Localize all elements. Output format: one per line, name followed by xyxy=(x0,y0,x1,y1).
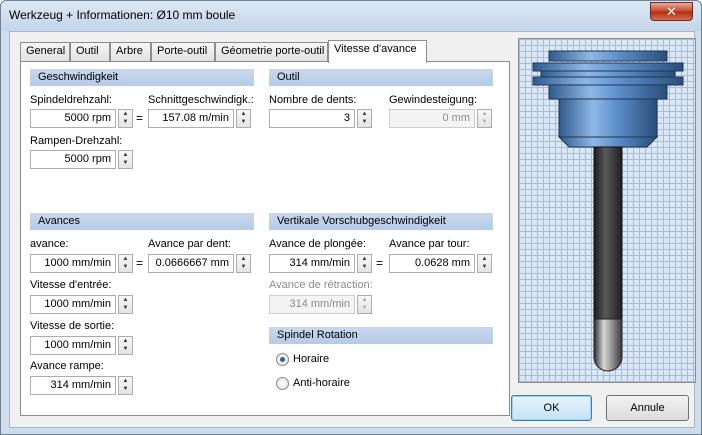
ramp-feed-label: Avance rampe: xyxy=(30,360,104,372)
spin-up-icon[interactable]: ▲ xyxy=(119,377,132,385)
spin-down-icon: ▼ xyxy=(361,305,368,311)
counterclockwise-radio[interactable] xyxy=(276,377,289,390)
spin-up-icon: ▲ xyxy=(361,297,368,303)
teeth-count-spinner[interactable]: ▲ ▼ xyxy=(357,109,372,128)
cancel-button[interactable]: Annule xyxy=(606,395,689,421)
ramp-rpm-label: Rampen-Drehzahl: xyxy=(30,135,123,147)
entry-speed-label: Vitesse d'entrée: xyxy=(30,279,112,291)
section-feeds-header: Avances xyxy=(30,213,254,230)
spin-up-icon[interactable]: ▲ xyxy=(119,296,132,304)
spin-down-icon[interactable]: ▼ xyxy=(358,118,371,126)
cutting-speed-spinner[interactable]: ▲ ▼ xyxy=(236,109,251,128)
equals-sign: = xyxy=(376,256,384,270)
section-speed-header: Geschwindigkeit xyxy=(30,69,254,86)
tab-arbre[interactable]: Arbre xyxy=(110,42,151,61)
spin-up-icon[interactable]: ▲ xyxy=(358,110,371,118)
section-vertical-feed-header: Vertikale Vorschubgeschwindigkeit xyxy=(269,213,493,230)
ramp-feed-spinner[interactable]: ▲ ▼ xyxy=(118,376,133,395)
spin-down-icon[interactable]: ▼ xyxy=(237,263,250,271)
tool-shank xyxy=(593,146,623,320)
spin-up-icon[interactable]: ▲ xyxy=(119,255,132,263)
equals-sign: = xyxy=(136,111,144,125)
tab-general[interactable]: General xyxy=(20,42,70,61)
thread-pitch-input: 0 mm xyxy=(389,109,475,128)
plunge-feed-input[interactable]: 314 mm/min xyxy=(269,254,355,273)
tab-porte-outil[interactable]: Porte-outil xyxy=(151,42,215,61)
spin-down-icon[interactable]: ▼ xyxy=(119,385,132,393)
ball-end-mill-drawing xyxy=(532,50,684,372)
clockwise-radio[interactable] xyxy=(276,353,289,366)
spindle-speed-spinner[interactable]: ▲ ▼ xyxy=(118,109,133,128)
spin-up-icon[interactable]: ▲ xyxy=(119,110,132,118)
feed-spinner[interactable]: ▲ ▼ xyxy=(118,254,133,273)
spindle-speed-label: Spindeldrehzahl: xyxy=(30,94,112,106)
feed-per-tooth-spinner[interactable]: ▲ ▼ xyxy=(236,254,251,273)
feed-per-rev-input[interactable]: 0.0628 mm xyxy=(389,254,475,273)
entry-speed-input[interactable]: 1000 mm/min xyxy=(30,295,116,314)
feed-label: avance: xyxy=(30,238,69,250)
retract-feed-spinner: ▲ ▼ xyxy=(357,295,372,314)
clockwise-label[interactable]: Horaire xyxy=(293,353,329,365)
exit-speed-label: Vitesse de sortie: xyxy=(30,320,115,332)
tab-vitesse-davance[interactable]: Vitesse d'avance xyxy=(328,40,427,63)
plunge-feed-spinner[interactable]: ▲ ▼ xyxy=(357,254,372,273)
spin-down-icon[interactable]: ▼ xyxy=(119,118,132,126)
spin-up-icon[interactable]: ▲ xyxy=(237,110,250,118)
exit-speed-spinner[interactable]: ▲ ▼ xyxy=(118,336,133,355)
spin-down-icon[interactable]: ▼ xyxy=(237,118,250,126)
spin-down-icon[interactable]: ▼ xyxy=(119,263,132,271)
tool-holder xyxy=(532,50,684,148)
teeth-count-label: Nombre de dents: xyxy=(269,94,357,106)
spin-up-icon[interactable]: ▲ xyxy=(358,255,371,263)
feed-input[interactable]: 1000 mm/min xyxy=(30,254,116,273)
spin-up-icon[interactable]: ▲ xyxy=(119,337,132,345)
ok-button[interactable]: OK xyxy=(511,395,592,421)
counterclockwise-label[interactable]: Anti-horaire xyxy=(293,377,350,389)
ramp-feed-input[interactable]: 314 mm/min xyxy=(30,376,116,395)
feed-per-tooth-label: Avance par dent: xyxy=(148,238,231,250)
spin-up-icon[interactable]: ▲ xyxy=(478,255,491,263)
feed-speed-panel: Geschwindigkeit Spindeldrehzahl: 5000 rp… xyxy=(20,61,510,416)
feed-per-rev-label: Avance par tour: xyxy=(389,238,470,250)
spindle-speed-input[interactable]: 5000 rpm xyxy=(30,109,116,128)
window-title: Werkzeug + Informationen: Ø10 mm boule xyxy=(9,8,236,22)
section-spindle-rotation-header: Spindel Rotation xyxy=(269,327,493,344)
section-tool-header: Outil xyxy=(269,69,493,86)
teeth-count-input[interactable]: 3 xyxy=(269,109,355,128)
exit-speed-input[interactable]: 1000 mm/min xyxy=(30,336,116,355)
dialog-client: General Outil Arbre Porte-outil Géometri… xyxy=(9,31,696,428)
close-button[interactable]: ✕ xyxy=(650,2,693,21)
dialog-window: Werkzeug + Informationen: Ø10 mm boule ✕… xyxy=(0,0,702,435)
spin-up-icon[interactable]: ▲ xyxy=(119,151,132,159)
retract-feed-label: Avance de rétraction: xyxy=(269,279,373,291)
spin-down-icon[interactable]: ▼ xyxy=(358,263,371,271)
feed-per-tooth-input[interactable]: 0.0666667 mm xyxy=(148,254,234,273)
ball-end-cutter xyxy=(593,318,623,372)
cutting-speed-input[interactable]: 157.08 m/min xyxy=(148,109,234,128)
thread-pitch-spinner: ▲ ▼ xyxy=(477,109,492,128)
equals-sign: = xyxy=(136,256,144,270)
spin-up-icon[interactable]: ▲ xyxy=(237,255,250,263)
feed-per-rev-spinner[interactable]: ▲ ▼ xyxy=(477,254,492,273)
thread-pitch-label: Gewindesteigung: xyxy=(389,94,478,106)
spin-down-icon[interactable]: ▼ xyxy=(119,159,132,167)
spin-down-icon[interactable]: ▼ xyxy=(119,304,132,312)
ramp-rpm-spinner[interactable]: ▲ ▼ xyxy=(118,150,133,169)
ramp-rpm-input[interactable]: 5000 rpm xyxy=(30,150,116,169)
spin-down-icon[interactable]: ▼ xyxy=(119,345,132,353)
spin-down-icon[interactable]: ▼ xyxy=(478,263,491,271)
spin-down-icon: ▼ xyxy=(481,119,488,125)
plunge-feed-label: Avance de plongée: xyxy=(269,238,367,250)
tool-preview xyxy=(518,38,696,383)
cutting-speed-label: Schnittgeschwindigk.: xyxy=(148,94,254,106)
tab-geometrie-porte-outil[interactable]: Géometrie porte-outil xyxy=(215,42,328,61)
spin-up-icon: ▲ xyxy=(481,111,488,117)
tab-outil[interactable]: Outil xyxy=(70,42,110,61)
title-bar[interactable]: Werkzeug + Informationen: Ø10 mm boule ✕ xyxy=(1,1,701,31)
entry-speed-spinner[interactable]: ▲ ▼ xyxy=(118,295,133,314)
retract-feed-input: 314 mm/min xyxy=(269,295,355,314)
